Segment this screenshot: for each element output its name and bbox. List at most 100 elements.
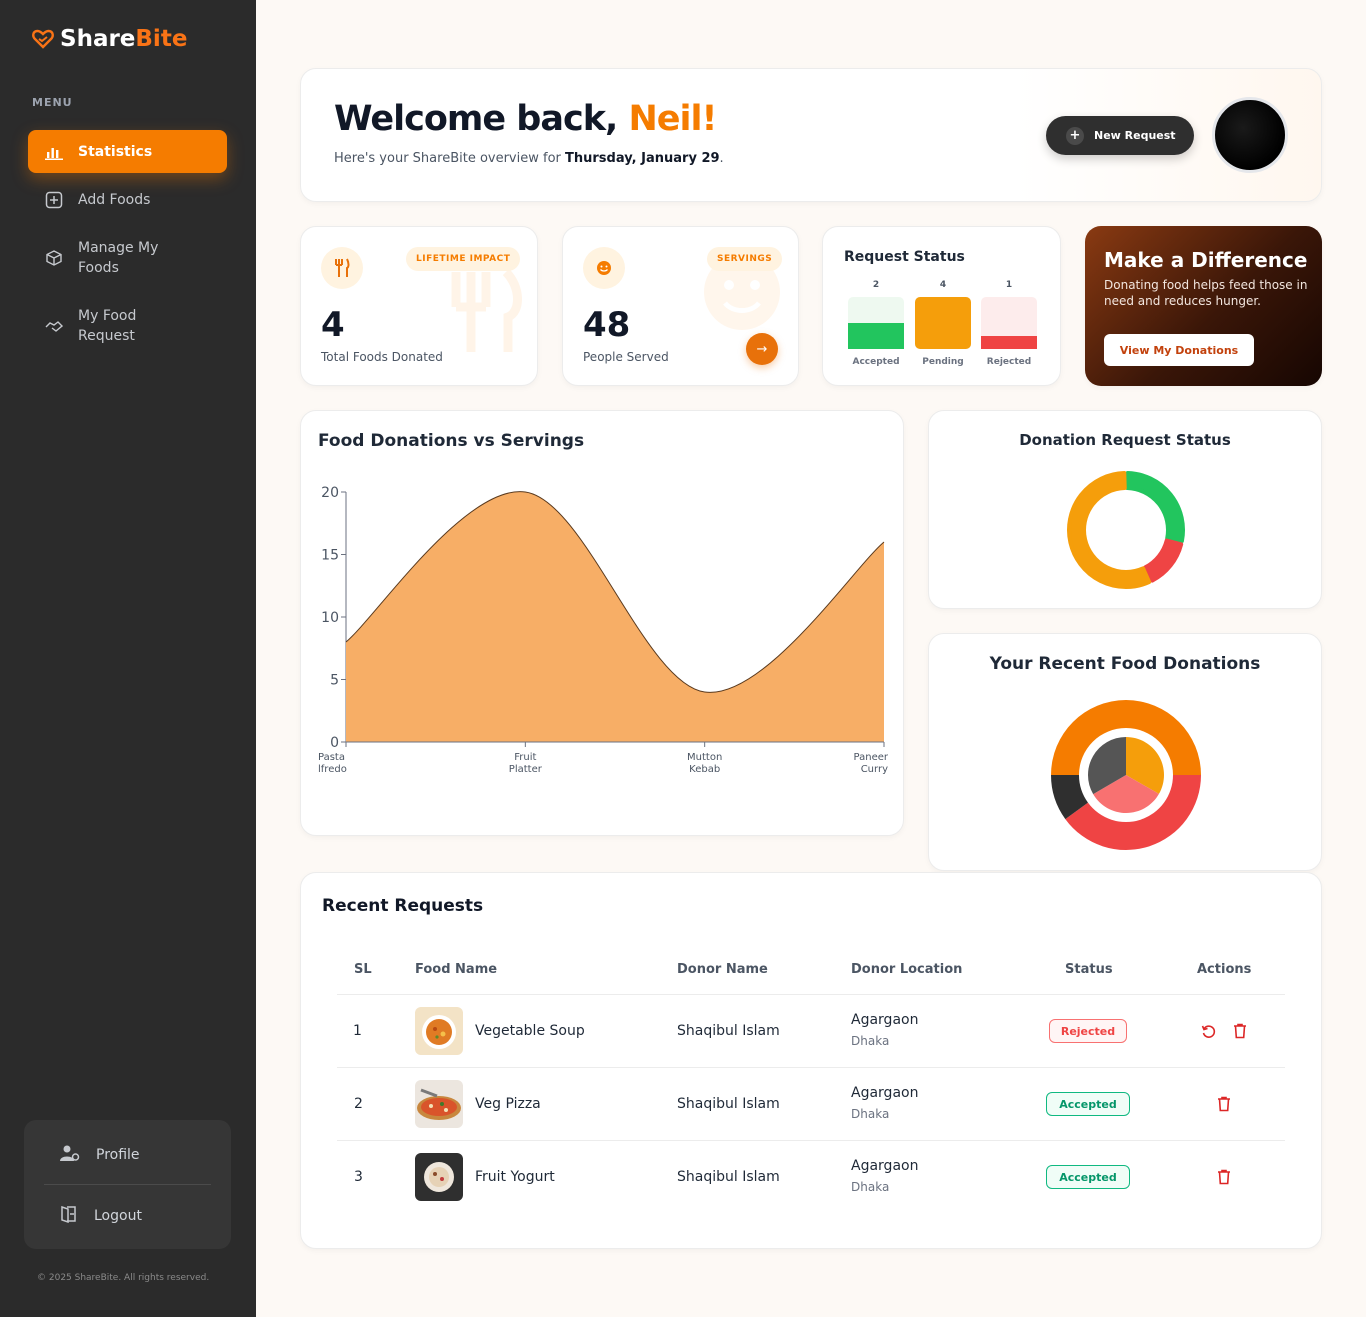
divider (337, 994, 1285, 995)
profile-label: Profile (96, 1147, 140, 1163)
col-header-actions: Actions (1197, 962, 1252, 977)
promo-card: Make a Difference Donating food helps fe… (1085, 226, 1322, 386)
sidebar-item-label: Statistics (78, 143, 153, 160)
y-tick-label: 0 (330, 735, 339, 751)
donut-slice (1125, 471, 1185, 544)
divider (337, 1067, 1285, 1068)
x-tick-label: Kebab (689, 764, 720, 775)
bar-chart-icon (44, 142, 64, 162)
x-tick-label: Pasta (318, 752, 345, 763)
bar-count: 1 (1006, 280, 1012, 290)
profile-button[interactable]: Profile (60, 1144, 140, 1166)
col-header-donor-location: Donor Location (851, 962, 963, 977)
status-badge: Rejected (1049, 1019, 1127, 1043)
plus-square-icon (44, 190, 64, 210)
area-chart: 0 5 10 15 20 Pastalfredo FruitPlatter MuttonKeb… (318, 485, 889, 775)
row-city: Dhaka (851, 1107, 890, 1121)
welcome-heading: Welcome back, Neil! (334, 99, 717, 139)
logout-button[interactable]: Logout (60, 1205, 142, 1227)
servings-card: SERVINGS 48 People Served → (562, 226, 799, 386)
x-tick-label: Fruit (514, 752, 536, 763)
bar-label: Accepted (852, 357, 899, 367)
x-tick-label: Paneer (854, 752, 889, 763)
lifetime-impact-card: LIFETIME IMPACT 4 Total Foods Donated (300, 226, 538, 386)
bar-fill (981, 336, 1037, 349)
col-header-donor-name: Donor Name (677, 962, 768, 977)
row-donor-name: Shaqibul Islam (677, 1023, 780, 1039)
donut-slice (1143, 538, 1184, 583)
x-tick-label: Curry (861, 764, 888, 775)
row-donor-name: Shaqibul Islam (677, 1096, 780, 1112)
logout-icon (60, 1205, 78, 1227)
total-foods-label: Total Foods Donated (321, 350, 443, 364)
brand-part2: Bite (135, 26, 188, 52)
x-tick-label: Mutton (687, 752, 722, 763)
row-donor-name: Shaqibul Islam (677, 1169, 780, 1185)
food-thumbnail (415, 1080, 463, 1128)
new-request-button[interactable]: + New Request (1046, 116, 1194, 155)
greeting-text: Welcome back, (334, 99, 629, 139)
row-location: Agargaon (851, 1085, 919, 1101)
sidebar: ShareBite MENU Statistics Add Foods Mana… (0, 0, 256, 1317)
y-tick-label: 15 (321, 548, 339, 564)
people-served-value: 48 (583, 305, 631, 345)
bar-count: 4 (940, 280, 946, 290)
menu-label: MENU (32, 96, 73, 109)
row-city: Dhaka (851, 1180, 890, 1194)
logout-label: Logout (94, 1208, 142, 1224)
arrow-right-icon: → (756, 341, 768, 357)
sidebar-item-my-food-request[interactable]: My Food Request (28, 306, 188, 346)
avatar[interactable] (1212, 97, 1288, 173)
divider (337, 1140, 1285, 1141)
col-header-sl: SL (354, 962, 372, 977)
recent-requests-card: Recent Requests SL Food Name Donor Name … (300, 872, 1322, 1249)
y-tick-label: 20 (321, 485, 339, 501)
promo-title: Make a Difference (1104, 248, 1308, 272)
lifetime-impact-badge: LIFETIME IMPACT (406, 247, 521, 271)
brand-logo[interactable]: ShareBite (32, 26, 187, 52)
bar-label: Pending (922, 357, 963, 367)
row-location: Agargaon (851, 1158, 919, 1174)
trash-icon[interactable] (1215, 1095, 1233, 1113)
welcome-card: Welcome back, Neil! Here's your ShareBit… (300, 68, 1322, 202)
sidebar-item-statistics[interactable]: Statistics (28, 130, 227, 173)
view-donations-button[interactable]: View My Donations (1104, 334, 1254, 366)
sidebar-item-label: Add Foods (78, 192, 151, 208)
user-gear-icon (60, 1144, 80, 1166)
sidebar-item-manage-foods[interactable]: Manage My Foods (28, 238, 198, 278)
food-thumbnail (415, 1007, 463, 1055)
brand-part1: Share (60, 26, 136, 52)
handshake-icon (44, 316, 64, 336)
y-tick-label: 5 (330, 673, 339, 689)
bar-fill (848, 323, 904, 349)
sidebar-item-label: Manage My Foods (78, 240, 159, 276)
trash-icon[interactable] (1231, 1022, 1249, 1040)
new-request-label: New Request (1094, 129, 1176, 142)
row-sl: 1 (353, 1023, 362, 1039)
row-food-name: Fruit Yogurt (475, 1169, 555, 1185)
request-status-donut (1067, 471, 1185, 589)
fork-knife-icon (321, 247, 363, 289)
welcome-subtitle: Here's your ShareBite overview for Thurs… (334, 151, 724, 166)
col-header-food-name: Food Name (415, 962, 498, 977)
donations-chart-card: Food Donations vs Servings 0 5 10 15 20 Pasta… (300, 410, 904, 836)
smile-icon (583, 247, 625, 289)
account-panel: Profile Logout (24, 1120, 231, 1249)
current-date: Thursday, January 29 (565, 151, 720, 166)
box-gear-icon (44, 248, 64, 268)
sidebar-item-add-foods[interactable]: Add Foods (28, 190, 227, 210)
promo-description: Donating food helps feed those in need a… (1104, 278, 1308, 308)
heart-hand-icon (32, 29, 54, 49)
bar-label: Rejected (987, 357, 1031, 367)
retry-icon[interactable] (1199, 1022, 1217, 1040)
copyright: © 2025 ShareBite. All rights reserved. (37, 1273, 210, 1283)
arrow-right-button[interactable]: → (746, 333, 778, 365)
subtitle-prefix: Here's your ShareBite overview for (334, 151, 566, 166)
servings-badge: SERVINGS (707, 247, 783, 271)
people-served-label: People Served (583, 350, 669, 364)
status-badge: Accepted (1046, 1092, 1130, 1116)
plus-icon: + (1066, 126, 1084, 145)
trash-icon[interactable] (1215, 1168, 1233, 1186)
request-status-bars: 2 Accepted 4 Pending 1 Rejected (848, 280, 1037, 367)
recent-donations-donut (1051, 700, 1201, 850)
